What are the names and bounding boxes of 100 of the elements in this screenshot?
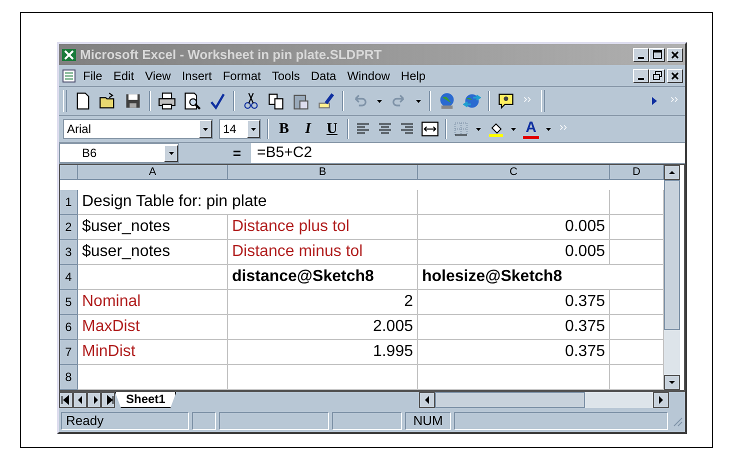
table-cell[interactable]: Design Table for: pin plate (78, 190, 418, 215)
globe-icon[interactable] (438, 92, 456, 110)
table-cell[interactable]: 0.375 (418, 290, 610, 315)
table-cell[interactable]: MaxDist (78, 315, 228, 340)
table-cell[interactable]: Nominal (78, 290, 228, 315)
document-icon[interactable] (61, 68, 77, 84)
table-cell[interactable]: 1.995 (228, 340, 418, 365)
menu-item[interactable]: View (140, 66, 176, 84)
copy-icon[interactable] (267, 92, 285, 110)
maximize-button[interactable] (649, 48, 665, 62)
row-header[interactable]: 7 (60, 340, 78, 365)
sheet-nav-icon[interactable] (101, 392, 115, 408)
menu-item[interactable]: Window (342, 66, 395, 84)
close-icon[interactable] (671, 50, 679, 58)
scroll-up-button[interactable] (664, 165, 680, 180)
folder-icon[interactable] (99, 92, 117, 110)
table-cell[interactable] (228, 365, 418, 390)
close-button[interactable] (667, 48, 683, 62)
table-cell[interactable] (418, 365, 610, 390)
spelling-check-icon[interactable] (208, 92, 226, 110)
maximize-icon[interactable] (652, 50, 662, 59)
bold-button[interactable]: B (275, 120, 293, 138)
column-header[interactable]: A (78, 165, 228, 180)
row-header[interactable]: 8 (60, 365, 78, 390)
table-cell[interactable]: 0.005 (418, 240, 610, 265)
font-color-button[interactable]: A (523, 119, 539, 139)
table-cell[interactable]: Distance plus tol (228, 215, 418, 240)
table-cell[interactable] (78, 365, 228, 390)
save-icon[interactable] (124, 92, 142, 110)
sheet-tab[interactable]: Sheet1 (115, 392, 176, 408)
resize-grip-icon[interactable] (671, 415, 683, 427)
table-cell[interactable]: 0.005 (418, 215, 610, 240)
dropdown-button[interactable] (164, 144, 178, 162)
scroll-right-button[interactable] (653, 392, 669, 408)
dropdown-arrow-icon[interactable] (475, 126, 482, 132)
menu-item[interactable]: Data (306, 66, 342, 84)
dropdown-arrow-icon[interactable] (510, 126, 517, 132)
column-header[interactable]: D (610, 165, 664, 180)
table-cell[interactable]: $user_notes (78, 240, 228, 265)
minimize-button[interactable] (633, 48, 649, 62)
help-icon[interactable] (497, 92, 515, 110)
font-field[interactable]: Arial (63, 119, 213, 139)
font-size-field[interactable]: 14 (219, 119, 261, 139)
row-header[interactable]: 3 (60, 240, 78, 265)
menu-item[interactable]: Tools (266, 66, 305, 84)
scissors-icon[interactable] (242, 92, 260, 110)
table-cell[interactable]: $user_notes (78, 215, 228, 240)
minimize-button[interactable] (633, 68, 649, 82)
scroll-left-button[interactable] (419, 392, 435, 408)
equals-button[interactable]: = (179, 143, 251, 163)
dropdown-button[interactable] (199, 120, 212, 138)
italic-button[interactable]: I (299, 120, 317, 138)
horizontal-scrollbar[interactable] (419, 392, 669, 408)
table-cell[interactable]: Distance minus tol (228, 240, 418, 265)
scroll-thumb[interactable] (435, 392, 585, 408)
name-box[interactable]: B6 (59, 143, 179, 163)
scroll-thumb[interactable] (664, 180, 680, 330)
restore-button[interactable] (649, 68, 665, 82)
row-header[interactable]: 4 (60, 265, 78, 290)
row-header[interactable]: 2 (60, 215, 78, 240)
table-cell[interactable] (78, 265, 228, 290)
restore-icon[interactable] (652, 71, 662, 80)
column-header[interactable]: C (418, 165, 610, 180)
row-header[interactable]: 1 (60, 190, 78, 215)
scroll-down-button[interactable] (664, 375, 680, 390)
print-preview-icon[interactable] (183, 92, 201, 110)
row-header[interactable]: 6 (60, 315, 78, 340)
menu-item[interactable]: Edit (108, 66, 140, 84)
table-cell[interactable] (418, 190, 610, 215)
dropdown-arrow-icon[interactable] (415, 98, 422, 104)
menu-item[interactable]: File (78, 66, 108, 84)
table-cell[interactable]: 0.375 (418, 315, 610, 340)
column-header[interactable]: B (228, 165, 418, 180)
merge-cells-icon[interactable] (421, 120, 439, 138)
dropdown-arrow-icon[interactable] (168, 150, 174, 156)
sheet-nav-icon[interactable] (59, 392, 73, 408)
globe-arrows-icon[interactable] (463, 92, 481, 110)
paste-icon[interactable] (292, 92, 310, 110)
sheet-nav-icon[interactable] (73, 392, 87, 408)
printer-icon[interactable] (158, 92, 176, 110)
brush-icon[interactable] (317, 92, 335, 110)
table-cell[interactable]: 2.005 (228, 315, 418, 340)
menu-item[interactable]: Format (218, 66, 266, 84)
menu-item[interactable]: Insert (176, 66, 217, 84)
sheet-nav-icon[interactable] (87, 392, 101, 408)
dropdown-arrow-icon[interactable] (250, 126, 257, 132)
new-document-icon[interactable] (74, 92, 92, 110)
close-icon[interactable] (671, 72, 679, 80)
dropdown-button[interactable] (247, 120, 260, 138)
close-button[interactable] (667, 68, 683, 82)
row-header[interactable]: 5 (60, 290, 78, 315)
menu-item[interactable]: Help (396, 66, 431, 84)
underline-button[interactable]: U (323, 120, 341, 138)
table-cell[interactable]: holesize@Sketch8 (418, 265, 664, 290)
borders-icon[interactable] (453, 121, 469, 137)
fill-bucket-icon[interactable] (488, 121, 504, 137)
dropdown-arrow-icon[interactable] (202, 126, 209, 132)
dropdown-arrow-icon[interactable] (376, 98, 383, 104)
table-cell[interactable]: distance@Sketch8 (228, 265, 418, 290)
table-cell[interactable]: 2 (228, 290, 418, 315)
